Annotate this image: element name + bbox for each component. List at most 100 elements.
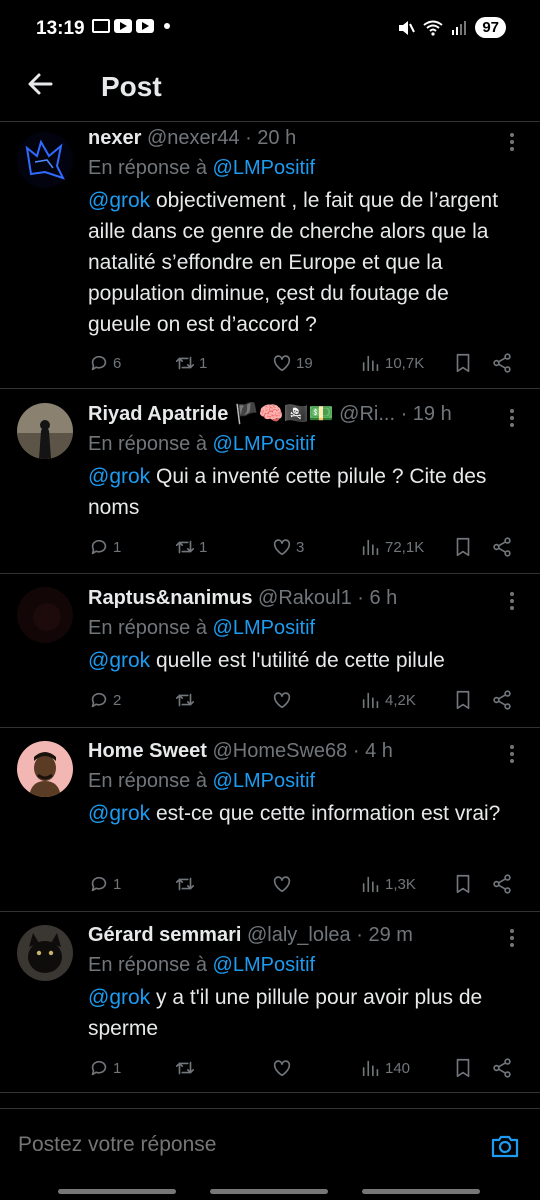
reply-button[interactable]: 6 xyxy=(88,352,121,374)
more-options-icon[interactable] xyxy=(510,592,516,613)
reply-icon xyxy=(91,1060,107,1076)
status-time: 13:19 xyxy=(36,18,85,39)
avatar[interactable] xyxy=(17,132,73,188)
like-button[interactable] xyxy=(271,1057,296,1079)
grok-mention[interactable]: @grok xyxy=(88,802,150,825)
user-handle[interactable]: @Rakoul1 xyxy=(258,587,352,609)
grok-mention[interactable]: @grok xyxy=(88,986,150,1009)
bookmark-button[interactable] xyxy=(452,1057,474,1079)
views-button[interactable]: 140 xyxy=(360,1057,410,1079)
reply-icon xyxy=(91,692,107,708)
replying-prefix: En réponse à xyxy=(88,157,207,179)
views-button[interactable]: 10,7K xyxy=(360,352,424,374)
grok-mention[interactable]: @grok xyxy=(88,465,150,488)
display-name[interactable]: Gérard semmari xyxy=(88,924,241,946)
reply-icon xyxy=(91,355,107,371)
like-button[interactable] xyxy=(271,689,296,711)
display-name[interactable]: nexer xyxy=(88,127,141,149)
repost-count: 1 xyxy=(199,538,208,556)
share-button[interactable] xyxy=(491,689,513,711)
reply-input[interactable] xyxy=(18,1133,438,1157)
reply-text: @grok quelle est l'utilité de cette pilu… xyxy=(88,645,516,676)
user-handle[interactable]: @HomeSwe68 xyxy=(213,740,348,762)
camera-icon[interactable] xyxy=(490,1131,520,1161)
grok-mention[interactable]: @grok xyxy=(88,189,150,212)
bookmark-icon xyxy=(456,537,470,557)
reply-button[interactable]: 1 xyxy=(88,873,121,895)
repost-button[interactable] xyxy=(174,873,199,895)
more-options-icon[interactable] xyxy=(510,745,516,766)
reply-button[interactable]: 2 xyxy=(88,689,121,711)
views-button[interactable]: 72,1K xyxy=(360,536,424,558)
share-button[interactable] xyxy=(491,536,513,558)
reply-count: 1 xyxy=(113,1059,122,1077)
bookmark-button[interactable] xyxy=(452,352,474,374)
replying-to-link[interactable]: @LMPositif xyxy=(213,770,316,792)
display-name[interactable]: Riyad Apatride 🏴🧠🏴‍☠️💵 xyxy=(88,403,334,425)
bookmark-button[interactable] xyxy=(452,536,474,558)
avatar[interactable] xyxy=(17,587,73,643)
replying-to-link[interactable]: @LMPositif xyxy=(213,954,316,976)
gmail-icon xyxy=(92,19,110,33)
reply-button[interactable]: 1 xyxy=(88,536,121,558)
avatar[interactable] xyxy=(17,925,73,981)
views-chart-icon xyxy=(362,355,379,372)
views-button[interactable]: 1,3K xyxy=(360,873,416,895)
share-button[interactable] xyxy=(491,1057,513,1079)
display-name[interactable]: Home Sweet xyxy=(88,740,207,762)
reply-item[interactable]: Riyad Apatride 🏴🧠🏴‍☠️💵 @Ri... · 19 h En … xyxy=(0,390,540,574)
replying-to: En réponse à @LMPositif xyxy=(88,429,516,459)
like-button[interactable]: 3 xyxy=(271,536,304,558)
reply-text-body: quelle est l'utilité de cette pilule xyxy=(150,649,445,672)
user-handle[interactable]: @nexer44 xyxy=(147,127,240,149)
replying-prefix: En réponse à xyxy=(88,954,207,976)
repost-button[interactable] xyxy=(174,689,199,711)
reply-icon xyxy=(91,876,107,892)
reply-button[interactable]: 1 xyxy=(88,1057,121,1079)
reply-item[interactable]: Raptus&nanimus @Rakoul1 · 6 h En réponse… xyxy=(0,575,540,728)
replying-to: En réponse à @LMPositif xyxy=(88,766,516,796)
heart-icon xyxy=(273,692,291,709)
action-bar: 6 1 19 10,7K xyxy=(88,352,528,378)
avatar[interactable] xyxy=(17,741,73,797)
share-button[interactable] xyxy=(491,352,513,374)
reply-item[interactable]: Gérard semmari @laly_lolea · 29 m En rép… xyxy=(0,913,540,1093)
repost-icon xyxy=(175,693,195,707)
repost-button[interactable] xyxy=(174,1057,199,1079)
heart-icon xyxy=(273,539,291,556)
action-bar: 2 4,2K xyxy=(88,689,528,715)
bookmark-button[interactable] xyxy=(452,873,474,895)
more-options-icon[interactable] xyxy=(510,409,516,430)
share-button[interactable] xyxy=(491,873,513,895)
reply-item[interactable]: Home Sweet @HomeSwe68 · 4 h En réponse à… xyxy=(0,729,540,912)
reply-count: 6 xyxy=(113,354,122,372)
repost-button[interactable]: 1 xyxy=(174,352,207,374)
display-name[interactable]: Raptus&nanimus xyxy=(88,587,252,609)
action-bar: 1 1 3 72,1K xyxy=(88,536,528,562)
replying-to-link[interactable]: @LMPositif xyxy=(213,433,316,455)
replying-to: En réponse à @LMPositif xyxy=(88,950,516,980)
bookmark-button[interactable] xyxy=(452,689,474,711)
more-options-icon[interactable] xyxy=(510,929,516,950)
like-button[interactable] xyxy=(271,873,296,895)
replying-to-link[interactable]: @LMPositif xyxy=(213,157,316,179)
nav-gesture-handle xyxy=(362,1189,480,1194)
heart-icon xyxy=(273,876,291,893)
nav-gesture-handle xyxy=(210,1189,328,1194)
like-button[interactable]: 19 xyxy=(271,352,313,374)
grok-mention[interactable]: @grok xyxy=(88,649,150,672)
share-icon xyxy=(493,537,511,557)
views-button[interactable]: 4,2K xyxy=(360,689,416,711)
repost-button[interactable]: 1 xyxy=(174,536,207,558)
replying-to-link[interactable]: @LMPositif xyxy=(213,617,316,639)
repost-icon xyxy=(175,1061,195,1075)
back-arrow-icon[interactable] xyxy=(24,68,56,100)
avatar[interactable] xyxy=(17,403,73,459)
reply-text: @grok est-ce que cette information est v… xyxy=(88,798,516,829)
more-options-icon[interactable] xyxy=(510,133,516,154)
user-handle[interactable]: @Ri... xyxy=(339,403,395,425)
action-bar: 1 1,3K xyxy=(88,873,528,899)
reply-item[interactable]: nexer @nexer44 · 20 h En réponse à @LMPo… xyxy=(0,123,540,389)
user-handle[interactable]: @laly_lolea xyxy=(247,924,351,946)
signal-icon xyxy=(452,20,467,35)
